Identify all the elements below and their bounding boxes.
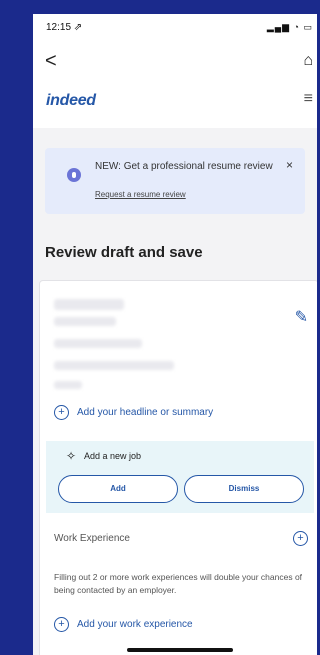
brand-header: indeed ≡ [33, 90, 317, 116]
hamburger-menu-icon[interactable]: ≡ [304, 90, 313, 108]
plus-circle-icon: + [54, 617, 69, 632]
main-content: NEW: Get a professional resume review Re… [33, 128, 317, 655]
home-indicator [127, 648, 233, 652]
lightbulb-icon [67, 168, 81, 182]
blurred-email [54, 361, 174, 370]
request-review-link[interactable]: Request a resume review [95, 190, 186, 199]
page-title: Review draft and save [45, 244, 203, 261]
work-experience-heading: Work Experience [54, 533, 130, 544]
close-banner-icon[interactable]: × [286, 158, 293, 172]
status-icons: ▂▄▆ ◔ ▭ [266, 22, 313, 32]
resume-review-banner: NEW: Get a professional resume review Re… [45, 148, 305, 214]
status-bar: 12:15 ⇗ ▂▄▆ ◔ ▭ [33, 14, 317, 44]
add-work-plus-icon[interactable]: + [293, 531, 308, 546]
banner-text: NEW: Get a professional resume review [95, 161, 273, 172]
new-job-prompt: ✧ Add a new job Add Dismiss [46, 441, 314, 513]
status-time: 12:15 ⇗ [46, 22, 83, 33]
blurred-name [54, 299, 124, 310]
resume-card: ✎ + Add your headline or summary ✧ Add a … [39, 280, 317, 655]
phone-screen: 12:15 ⇗ ▂▄▆ ◔ ▭ < ⌂ indeed ≡ NEW: Get a … [33, 14, 317, 655]
add-headline-label: Add your headline or summary [77, 407, 214, 419]
plus-circle-icon: + [54, 405, 69, 420]
new-job-label: Add a new job [84, 451, 142, 461]
indeed-logo[interactable]: indeed [46, 92, 96, 110]
back-arrow-icon[interactable]: < [45, 50, 57, 72]
home-icon[interactable]: ⌂ [303, 52, 313, 70]
add-work-experience-button[interactable]: + Add your work experience [54, 617, 193, 632]
work-experience-note: Filling out 2 or more work experiences w… [54, 572, 303, 595]
add-headline-button[interactable]: + Add your headline or summary [54, 405, 213, 420]
blurred-contact [54, 339, 142, 348]
blurred-subtitle [54, 317, 116, 326]
dismiss-button[interactable]: Dismiss [184, 475, 304, 503]
edit-pencil-icon[interactable]: ✎ [295, 307, 308, 327]
add-work-label: Add your work experience [77, 619, 193, 631]
blurred-line [54, 381, 82, 389]
top-nav: < ⌂ [33, 50, 317, 76]
add-job-button[interactable]: Add [58, 475, 178, 503]
lightbulb-icon: ✧ [66, 449, 77, 463]
